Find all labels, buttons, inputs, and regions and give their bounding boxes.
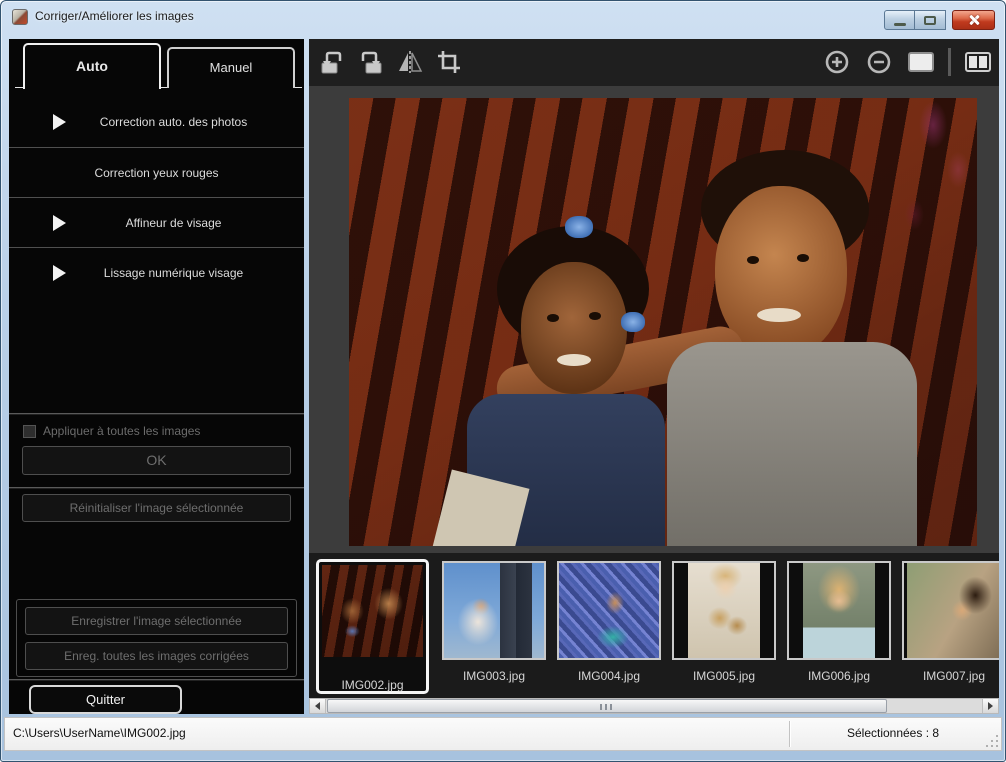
thumbnail-image [803,563,875,658]
maximize-button[interactable] [915,10,946,30]
flip-horizontal-icon[interactable] [395,47,425,77]
play-arrow-icon [53,215,66,231]
thumbnail-filename: IMG003.jpg [442,669,546,683]
photo-figure [747,256,759,264]
play-arrow-icon [53,114,66,130]
zoom-in-icon[interactable] [822,47,852,77]
scroll-right-button[interactable] [982,699,998,713]
rotate-right-icon[interactable] [356,47,386,77]
photo-figure [589,312,601,320]
status-separator [789,721,791,747]
save-buttons-group: Enregistrer l'image sélectionnée Enreg. … [16,599,297,677]
play-arrow-icon [53,265,66,281]
compare-view-icon[interactable] [963,47,993,77]
thumbnail-selected[interactable]: IMG002.jpg [316,559,429,694]
thumbnail-scrollbar[interactable] [309,698,999,714]
face-sharpener-button[interactable]: Affineur de visage [9,197,304,247]
arrow-left-icon [315,702,320,710]
close-button[interactable] [952,10,995,30]
correct-enhance-images-window: Corriger/Améliorer les images Auto Manue… [0,0,1006,762]
resize-grip[interactable] [986,735,999,748]
minimize-icon [894,23,906,26]
crop-icon[interactable] [434,47,464,77]
photo-figure [547,314,559,322]
app-icon [12,9,28,25]
save-selected-image-button[interactable]: Enregistrer l'image sélectionnée [25,607,288,635]
minimize-button[interactable] [884,10,915,30]
thumbnail-filename: IMG006.jpg [787,669,891,683]
red-eye-correction-button[interactable]: Correction yeux rouges [9,147,304,197]
photo-figure [797,254,809,262]
photo-figure [621,312,645,332]
thumbnail-filename: IMG002.jpg [319,678,426,685]
photo-figure [565,216,593,238]
toolbar-separator [948,48,951,76]
auto-photo-fix-button[interactable]: Correction auto. des photos [9,97,304,147]
thumbnail-image [688,563,760,658]
arrow-right-icon [988,702,993,710]
auto-corrections-list: Correction auto. des photos Correction y… [9,97,304,297]
title-bar[interactable]: Corriger/Améliorer les images [1,1,1005,33]
maximize-icon [924,16,936,25]
quit-button[interactable]: Quitter [29,685,182,714]
close-icon [967,13,981,27]
thumbnail-image [559,563,659,658]
whole-image-view-icon[interactable] [906,47,936,77]
preview-area [309,86,999,553]
scrollbar-thumb[interactable] [327,699,887,713]
selected-count: Sélectionnées : 8 [795,726,991,740]
thumbnail[interactable] [787,561,891,660]
selected-photo-preview[interactable] [349,98,977,546]
apply-to-all-label: Appliquer à toutes les images [43,424,200,438]
scroll-left-button[interactable] [310,699,326,713]
thumbnail[interactable] [902,561,999,660]
tab-auto[interactable]: Auto [23,43,161,89]
tab-manuel[interactable]: Manuel [167,47,295,88]
save-all-corrected-images-button[interactable]: Enreg. toutes les images corrigées [25,642,288,670]
thumbnail-image [907,563,1000,658]
rotate-left-icon[interactable] [317,47,347,77]
zoom-out-icon[interactable] [864,47,894,77]
scrollbar-grip-icon [600,704,614,710]
correction-sidebar: Auto Manuel Correction auto. des photos … [9,39,304,714]
separator [9,487,304,489]
thumbnail-filename: IMG005.jpg [672,669,776,683]
thumbnail-filename: IMG007.jpg [902,669,999,683]
thumbnail-strip: IMG002.jpg IMG003.jpg IMG004.jpg IMG005.… [309,553,999,698]
thumbnail-image [444,563,544,658]
status-bar: C:\Users\UserName\IMG002.jpg Sélectionné… [4,717,1002,751]
ok-button[interactable]: OK [22,446,291,475]
window-title: Corriger/Améliorer les images [35,9,194,23]
thumbnail[interactable] [442,561,546,660]
photo-figure [757,308,801,322]
photo-figure [521,262,627,394]
reset-selected-image-button[interactable]: Réinitialiser l'image sélectionnée [22,494,291,522]
apply-to-all-row: Appliquer à toutes les images [23,424,200,438]
thumbnail[interactable] [557,561,661,660]
digital-face-smoothing-button[interactable]: Lissage numérique visage [9,247,304,297]
thumbnail-image [322,565,423,657]
image-preview-panel: IMG002.jpg IMG003.jpg IMG004.jpg IMG005.… [309,39,999,714]
thumbnail[interactable] [672,561,776,660]
current-file-path: C:\Users\UserName\IMG002.jpg [13,726,186,740]
thumbnail-filename: IMG004.jpg [557,669,661,683]
separator [9,413,304,415]
mode-tabs: Auto Manuel [9,43,304,88]
preview-toolbar [309,39,999,86]
separator [9,679,304,681]
photo-figure [557,354,591,366]
apply-to-all-checkbox[interactable] [23,425,36,438]
photo-figure [667,342,917,546]
